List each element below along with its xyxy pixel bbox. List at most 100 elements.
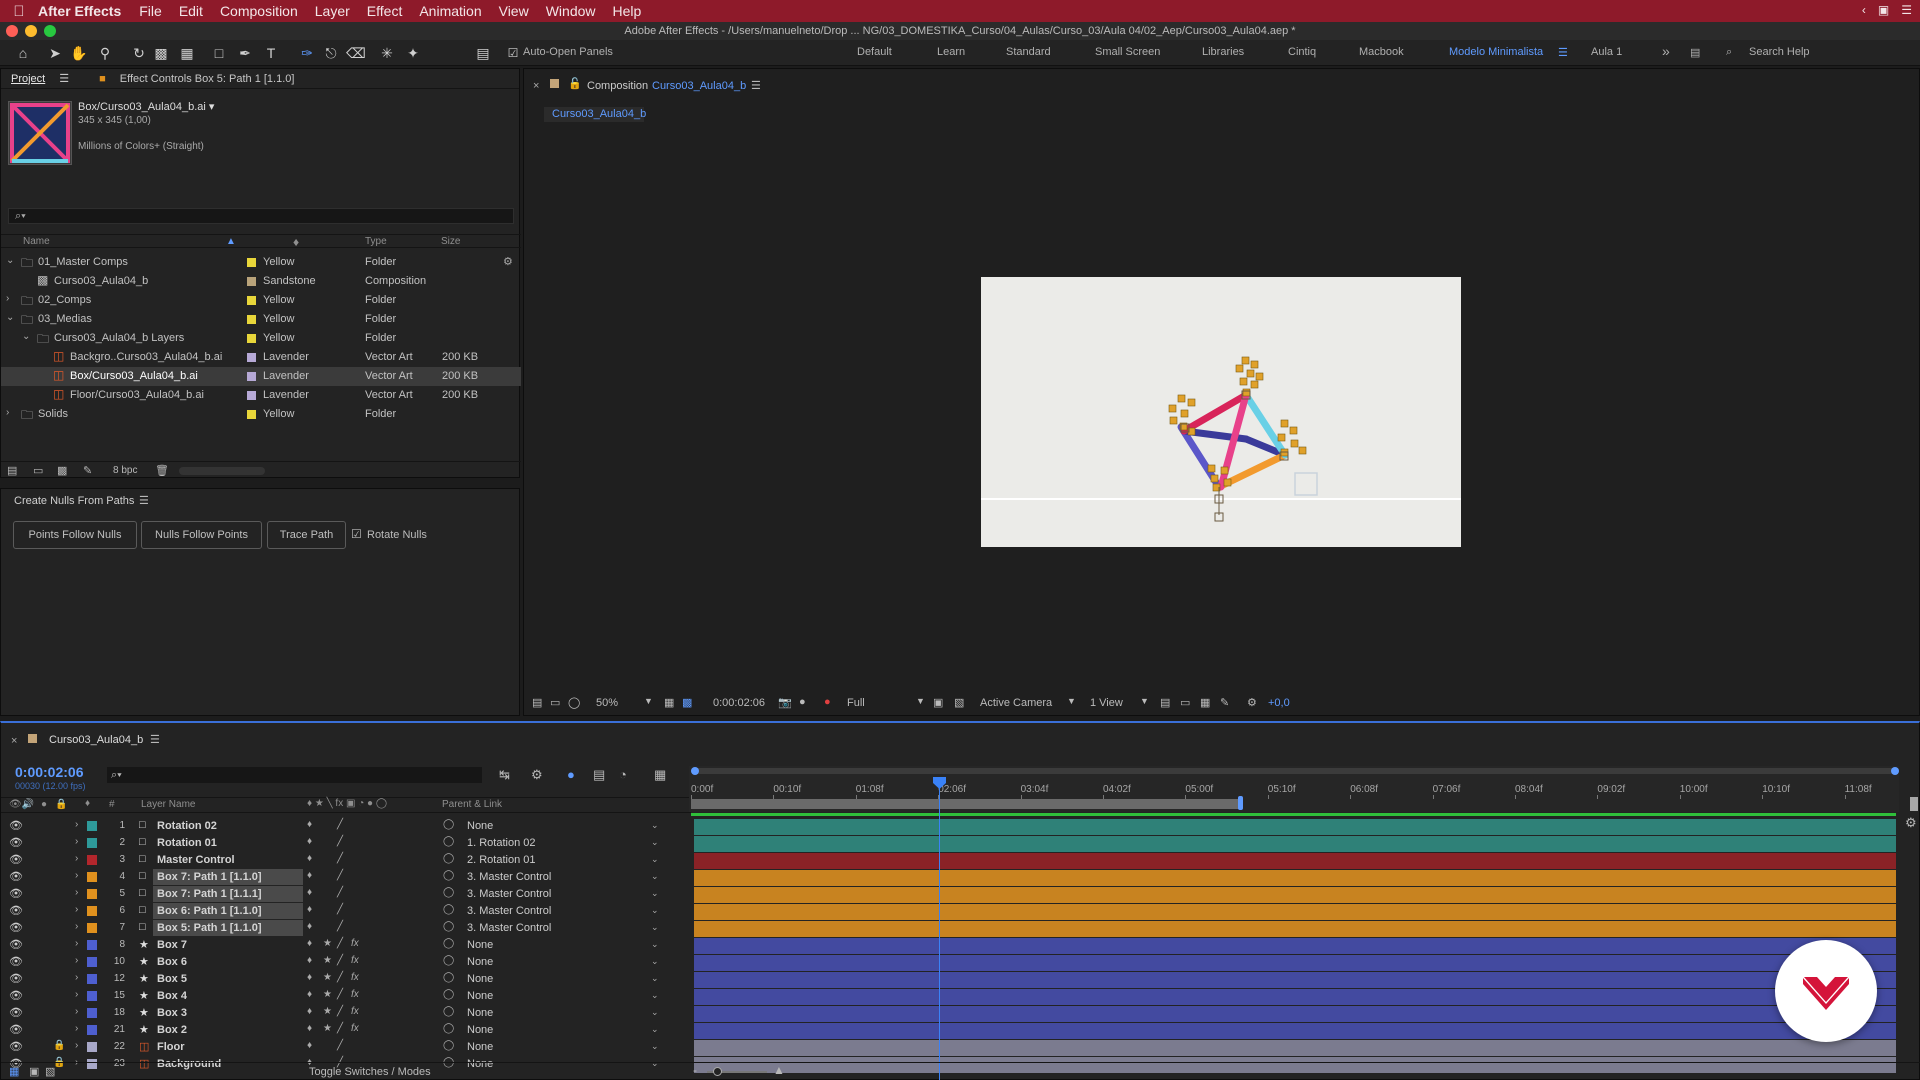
project-row[interactable]: ⌄ 🗀 03_Medias Yellow Folder: [1, 310, 521, 329]
menu-edit[interactable]: Edit: [179, 3, 203, 19]
layer-name[interactable]: Box 6: Path 1 [1.1.0]: [153, 903, 303, 919]
label-swatch[interactable]: [247, 315, 256, 324]
3d-glasses-icon[interactable]: ◯: [568, 696, 580, 709]
zoom-select[interactable]: 50%: [596, 697, 618, 709]
pick-whip-icon[interactable]: ◯: [443, 972, 454, 983]
layer-label-swatch[interactable]: [87, 1042, 97, 1052]
label-column-icon[interactable]: ♦: [293, 235, 299, 249]
visibility-eye-icon[interactable]: 👁: [9, 870, 23, 883]
pick-whip-icon[interactable]: ◯: [443, 904, 454, 915]
project-row[interactable]: ⌄ 🗀 01_Master Comps Yellow Folder: [1, 253, 521, 272]
parent-chevron-down-icon[interactable]: ⌄: [651, 990, 659, 1001]
expand-transfer-icon[interactable]: ▧: [45, 1065, 55, 1078]
pick-whip-icon[interactable]: ◯: [443, 870, 454, 881]
timeline-menu-icon[interactable]: ☰: [150, 733, 160, 746]
project-row[interactable]: ◫ Box/Curso03_Aula04_b.ai Lavender Vector A…: [1, 367, 521, 386]
comp-mini-flowchart-icon[interactable]: ↹: [499, 767, 510, 783]
parent-chevron-down-icon[interactable]: ⌄: [651, 871, 659, 882]
chevron-right-icon[interactable]: ›: [75, 938, 78, 949]
label-swatch[interactable]: [247, 258, 256, 267]
layer-label-swatch[interactable]: [87, 940, 97, 950]
collapse-switch-icon[interactable]: ♦: [307, 836, 312, 847]
quality-slash-icon[interactable]: ╱: [337, 938, 343, 949]
comp-button-icon[interactable]: ⚙: [1905, 815, 1917, 831]
layer-row[interactable]: 👁 › 1 □ Rotation 02 ♦ ╱ ◯ None ⌄: [1, 818, 691, 835]
views-select[interactable]: 1 View: [1090, 697, 1123, 709]
visibility-eye-icon[interactable]: 👁: [9, 938, 23, 951]
pick-whip-icon[interactable]: ◯: [443, 819, 454, 830]
visibility-eye-icon[interactable]: 👁: [9, 836, 23, 849]
draft-3d-icon[interactable]: ⚙: [531, 767, 543, 783]
chevron-right-icon[interactable]: ›: [75, 972, 78, 983]
chevron-right-icon[interactable]: ›: [75, 904, 78, 915]
lock-icon[interactable]: 🔓: [568, 77, 582, 90]
layer-duration-bar[interactable]: [694, 819, 1896, 835]
project-item-name[interactable]: Curso03_Aula04_b: [54, 275, 148, 287]
zoom-tool-icon[interactable]: ⚲: [96, 44, 114, 62]
layer-name[interactable]: Floor: [153, 1039, 303, 1055]
chevron-right-icon[interactable]: ›: [75, 1006, 78, 1017]
layer-name[interactable]: Box 4: [153, 988, 303, 1004]
quality-slash-icon[interactable]: ╱: [337, 853, 343, 864]
visibility-eye-icon[interactable]: 👁: [9, 1023, 23, 1036]
layer-duration-bar[interactable]: [694, 955, 1896, 971]
layer-label-swatch[interactable]: [87, 872, 97, 882]
quality-slash-icon[interactable]: ╱: [337, 1023, 343, 1034]
workspace-standard[interactable]: Standard: [1006, 46, 1051, 58]
layer-row[interactable]: 👁 › 18 ★ Box 3 ♦ ★ ╱ fx ◯ None ⌄: [1, 1005, 691, 1022]
menu-animation[interactable]: Animation: [419, 3, 481, 19]
item-name[interactable]: Box/Curso03_Aula04_b.ai ▾: [78, 100, 214, 113]
new-folder-icon[interactable]: ▭: [33, 464, 43, 477]
pick-whip-icon[interactable]: ◯: [443, 938, 454, 949]
screen-icon[interactable]: ▣: [1878, 3, 1889, 17]
pick-whip-icon[interactable]: ◯: [443, 1023, 454, 1034]
parent-select[interactable]: None: [467, 1024, 493, 1036]
layer-duration-bar[interactable]: [694, 972, 1896, 988]
home-icon[interactable]: ⌂: [14, 44, 32, 62]
resolution-select[interactable]: Full: [847, 697, 865, 709]
collapse-switch-icon[interactable]: ♦: [307, 870, 312, 881]
pick-whip-icon[interactable]: ◯: [443, 1006, 454, 1017]
chevron-right-icon[interactable]: ›: [75, 989, 78, 1000]
quality-slash-icon[interactable]: ╱: [337, 904, 343, 915]
col-type[interactable]: Type: [365, 236, 387, 247]
menu-window[interactable]: Window: [546, 3, 596, 19]
parent-select[interactable]: 3. Master Control: [467, 905, 551, 917]
quality-switch-icon[interactable]: ★: [323, 1023, 332, 1034]
project-row[interactable]: › 🗀 02_Comps Yellow Folder: [1, 291, 521, 310]
quality-slash-icon[interactable]: ╱: [337, 870, 343, 881]
fx-switch-icon[interactable]: fx: [351, 938, 359, 949]
comp-canvas[interactable]: [981, 277, 1461, 547]
chevron-right-icon[interactable]: ›: [75, 853, 78, 864]
chevron-down-icon[interactable]: ⌄: [22, 331, 30, 342]
workspace-learn[interactable]: Learn: [937, 46, 965, 58]
parent-chevron-down-icon[interactable]: ⌄: [651, 888, 659, 899]
layer-duration-bar[interactable]: [694, 887, 1896, 903]
visibility-eye-icon[interactable]: 👁: [9, 819, 23, 832]
more-workspaces-icon[interactable]: »: [1662, 43, 1670, 59]
layer-label-swatch[interactable]: [87, 923, 97, 933]
playhead-line[interactable]: [939, 780, 940, 1080]
flowchart-icon[interactable]: ✎: [83, 464, 92, 477]
tab-project[interactable]: Project: [11, 73, 45, 85]
visibility-eye-icon[interactable]: 👁: [9, 1040, 23, 1053]
puppet-tool-icon[interactable]: ✦: [404, 44, 422, 62]
layer-name[interactable]: Box 5: Path 1 [1.1.0]: [153, 920, 303, 936]
parent-chevron-down-icon[interactable]: ⌄: [651, 1007, 659, 1018]
monitor-icon[interactable]: ▭: [550, 696, 560, 709]
comp-menu-icon[interactable]: ☰: [751, 79, 761, 92]
layer-row[interactable]: 👁 › 21 ★ Box 2 ♦ ★ ╱ fx ◯ None ⌄: [1, 1022, 691, 1039]
layer-name[interactable]: Master Control: [153, 852, 303, 868]
layer-row[interactable]: 👁 › 4 □ Box 7: Path 1 [1.1.0] ♦ ╱ ◯ 3. Master Co…: [1, 869, 691, 886]
collapse-switch-icon[interactable]: ♦: [307, 1023, 312, 1034]
workspace-aula-1[interactable]: Aula 1: [1591, 46, 1622, 58]
layer-name-header[interactable]: Layer Name: [141, 799, 195, 810]
chevron-right-icon[interactable]: ›: [75, 955, 78, 966]
menu-effect[interactable]: Effect: [367, 3, 403, 19]
rectangle-tool-icon[interactable]: □: [210, 44, 228, 62]
parent-select[interactable]: 3. Master Control: [467, 922, 551, 934]
visibility-eye-icon[interactable]: 👁: [9, 972, 23, 985]
back-icon[interactable]: ‹: [1862, 3, 1866, 17]
layer-row[interactable]: 👁 › 12 ★ Box 5 ♦ ★ ╱ fx ◯ None ⌄: [1, 971, 691, 988]
chevron-right-icon[interactable]: ›: [75, 836, 78, 847]
